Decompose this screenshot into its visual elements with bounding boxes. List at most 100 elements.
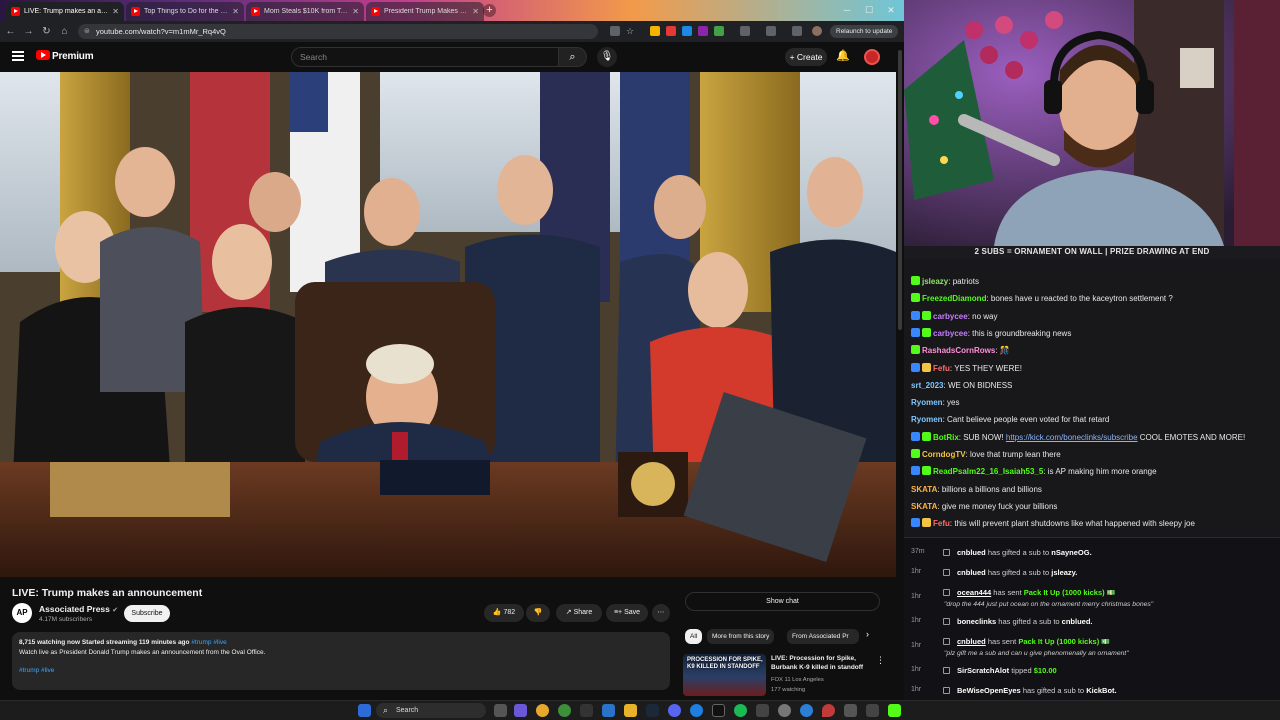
discord-icon[interactable] [668, 704, 681, 717]
event-username[interactable]: boneclinks [957, 617, 996, 626]
chevron-right-icon[interactable]: › [866, 629, 869, 639]
profile-avatar-icon[interactable] [812, 26, 822, 36]
extension-icon[interactable] [666, 26, 676, 36]
chat-username[interactable]: Ryomen [911, 398, 943, 407]
site-info-icon[interactable]: ⊜ [84, 27, 90, 35]
scrollbar-thumb[interactable] [898, 50, 902, 330]
task-view-icon[interactable] [494, 704, 507, 717]
home-icon[interactable]: ⌂ [58, 25, 71, 38]
browser-tab-mom-steals[interactable]: Mom Steals $10K from Target to ✕ [246, 2, 364, 21]
notifications-bell-icon[interactable]: 🔔 [836, 49, 850, 62]
search-input[interactable]: Search [291, 47, 559, 67]
chat-username[interactable]: srt_2023 [911, 381, 943, 390]
event-username[interactable]: BeWiseOpenEyes [957, 686, 1021, 695]
event-username[interactable]: cnblued [957, 568, 986, 577]
chat-emote-badge-icon[interactable] [922, 518, 931, 528]
windows-start-icon[interactable] [358, 704, 371, 717]
maximize-window-button[interactable]: ☐ [862, 3, 876, 17]
like-button[interactable]: 👍 782 [484, 604, 524, 622]
app-icon[interactable] [756, 704, 769, 717]
event-username[interactable]: ocean444 [957, 588, 991, 597]
show-chat-button[interactable]: Show chat [685, 592, 880, 611]
chip-all[interactable]: All [685, 629, 703, 644]
obs-icon[interactable] [712, 704, 725, 717]
chat-link[interactable]: https://kick.com/boneclinks/subscribe [1006, 433, 1138, 442]
chat-username[interactable]: FreezedDiamond [922, 294, 986, 303]
event-username[interactable]: cnblued [957, 637, 986, 646]
subscribe-button[interactable]: Subscribe [124, 605, 170, 622]
kick-icon[interactable] [888, 704, 901, 717]
maps-icon[interactable] [822, 704, 835, 717]
app-icon[interactable] [580, 704, 593, 717]
dislike-button[interactable]: 👎 [526, 604, 550, 622]
close-window-button[interactable]: ✕ [884, 3, 898, 17]
app-icon[interactable] [602, 704, 615, 717]
file-explorer-icon[interactable] [624, 704, 637, 717]
chat-emote-badge-icon[interactable] [922, 362, 931, 372]
chat-emote-badge-icon[interactable] [922, 327, 931, 337]
cast-icon[interactable] [610, 26, 620, 36]
address-bar[interactable]: ⊜ youtube.com/watch?v=m1mMr_Rq4vQ [78, 24, 598, 39]
chat-username[interactable]: Ryomen [911, 415, 943, 424]
chip-more-from-this-story[interactable]: More from this story [707, 629, 775, 644]
more-vertical-icon[interactable]: ⋮ [876, 655, 885, 666]
bookmark-star-icon[interactable]: ☆ [626, 26, 636, 36]
extension-icon[interactable] [698, 26, 708, 36]
chat-badge-icon[interactable] [911, 293, 920, 303]
download-icon[interactable] [792, 26, 802, 36]
chat-badge-icon[interactable] [911, 327, 920, 337]
share-button[interactable]: ↗ Share [556, 604, 602, 622]
browser-tab-president-trump[interactable]: President Trump Makes an Ann ✕ [366, 2, 484, 21]
app-icon[interactable] [800, 704, 813, 717]
spotify-icon[interactable] [734, 704, 747, 717]
video-description[interactable]: 8,715 watching now Started streaming 119… [12, 632, 670, 690]
description-hashtags[interactable]: #trump #live [19, 666, 663, 676]
event-target-user[interactable]: KickBot. [1086, 686, 1116, 695]
close-tab-icon[interactable]: ✕ [352, 7, 359, 16]
create-button[interactable]: + Create [785, 48, 827, 66]
reload-icon[interactable]: ↻ [40, 25, 53, 38]
chat-username[interactable]: jsleazy [922, 277, 948, 286]
browser-tab-youtube-live[interactable]: LIVE: Trump makes an anno ✕ [6, 2, 124, 21]
chat-username[interactable]: carbycee [933, 312, 968, 321]
app-icon[interactable] [778, 704, 791, 717]
chat-badge-icon[interactable] [911, 345, 920, 355]
channel-avatar[interactable]: AP [12, 603, 32, 623]
voice-search-button[interactable]: 🎙 [597, 47, 617, 67]
extension-icon[interactable] [650, 26, 660, 36]
event-username[interactable]: cnblued [957, 548, 986, 557]
snipping-tool-icon[interactable] [844, 704, 857, 717]
save-button[interactable]: ≡+ Save [606, 604, 648, 622]
event-target-user[interactable]: jsleazy. [1051, 568, 1077, 577]
edge-icon[interactable] [690, 704, 703, 717]
chat-badge-icon[interactable] [911, 431, 920, 441]
chat-badge-icon[interactable] [911, 310, 920, 320]
event-target-user[interactable]: nSayneOG. [1051, 548, 1091, 557]
account-avatar[interactable] [864, 49, 880, 65]
chat-username[interactable]: carbycee [933, 329, 968, 338]
extensions-puzzle-icon[interactable] [740, 26, 750, 36]
close-tab-icon[interactable]: ✕ [112, 7, 119, 16]
chat-badge-icon[interactable] [911, 518, 920, 528]
chat-username[interactable]: CorndogTV [922, 450, 966, 459]
chat-badge-icon[interactable] [911, 449, 920, 458]
extension-icon[interactable] [714, 26, 724, 36]
relaunch-to-update-button[interactable]: Relaunch to update [830, 25, 899, 38]
minimize-window-button[interactable]: ─ [840, 3, 854, 17]
chrome-icon[interactable] [536, 704, 549, 717]
chat-emote-badge-icon[interactable] [922, 431, 931, 441]
extension-icon[interactable] [682, 26, 692, 36]
chat-username[interactable]: Fefu [933, 519, 950, 528]
forward-arrow-icon[interactable]: → [22, 25, 35, 38]
search-button[interactable]: ⌕ [559, 47, 587, 67]
chat-username[interactable]: ReadPsalm22_16_Isaiah53_5 [933, 467, 1043, 476]
youtube-logo-icon[interactable] [36, 50, 50, 60]
chat-emote-badge-icon[interactable] [922, 466, 931, 476]
close-tab-icon[interactable]: ✕ [232, 7, 239, 16]
chat-username[interactable]: SKATA [911, 502, 937, 511]
chat-username[interactable]: SKATA [911, 485, 937, 494]
chat-username[interactable]: RashadsCornRows [922, 346, 995, 355]
related-video-title[interactable]: LIVE: Procession for Spike, Burbank K-9 … [771, 654, 871, 672]
side-panel-icon[interactable] [766, 26, 776, 36]
copilot-icon[interactable] [514, 704, 527, 717]
